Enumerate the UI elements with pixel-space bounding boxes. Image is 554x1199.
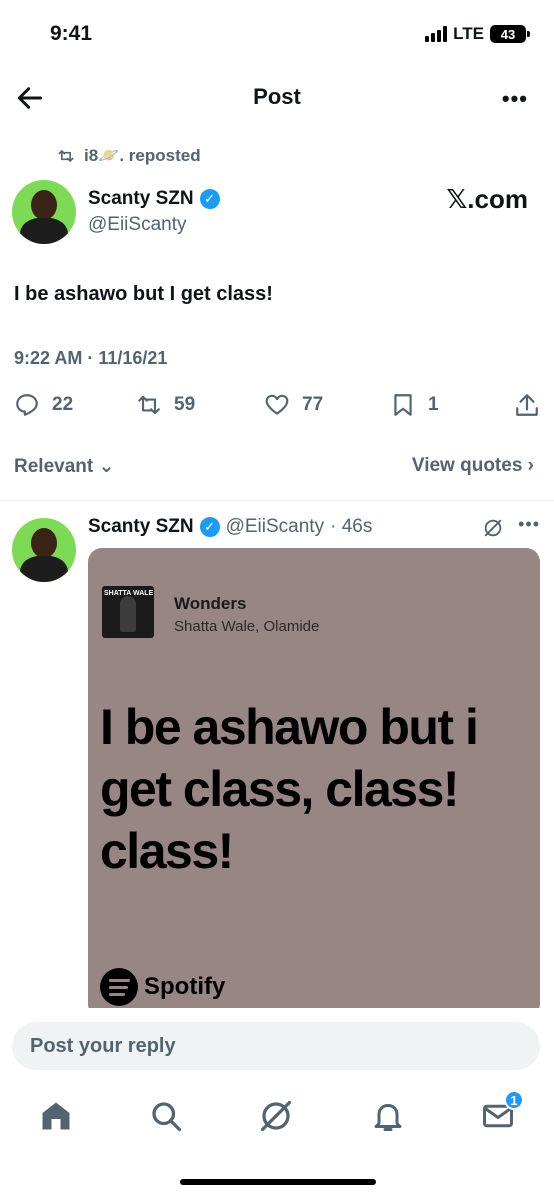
reply-header: Scanty SZN ✓ @EiiScanty · 46s [88,516,372,538]
repost-indicator[interactable]: i8🪐. reposted [56,146,201,166]
reply-composer: Post your reply [0,1008,554,1088]
search-icon[interactable] [148,1098,184,1134]
bottom-navigation: 1 [0,1088,554,1148]
post-text: I be ashawo but I get class! [14,283,273,305]
lyric-text: I be ashawo but i get class, class! clas… [100,699,479,879]
song-artists: Shatta Wale, Olamide [174,618,320,635]
repost-button[interactable]: 59 [136,392,195,418]
share-icon [516,394,538,416]
repost-count: 59 [174,394,196,415]
battery-icon: 43 [490,25,530,43]
repost-label: i8🪐. reposted [84,146,201,165]
messages-button[interactable]: 1 [480,1090,524,1134]
share-button[interactable] [514,392,540,418]
album-art: SHATTA WALE [102,586,154,638]
repost-icon [58,150,74,162]
spotify-brand: Spotify [100,968,225,1006]
post-actions: 22 59 77 1 [0,392,554,428]
post-timestamp: 9:22 AM · 11/16/21 [14,348,168,368]
author-name[interactable]: Scanty SZN ✓ [88,188,220,210]
more-options-icon[interactable]: ••• [502,86,528,112]
spotify-lyrics-card[interactable]: SHATTA WALE Wonders Shatta Wale, Olamide… [88,548,540,1018]
repost-icon [138,395,160,415]
home-indicator [180,1179,376,1185]
xcom-badge: 𝕏.com [446,184,528,214]
status-icons: LTE 43 [425,24,530,44]
network-label: LTE [453,24,484,43]
grok-icon[interactable] [258,1098,294,1134]
song-title: Wonders [174,594,247,613]
status-time: 9:41 [50,22,93,45]
reply-count: 22 [52,394,74,415]
chevron-down-icon: ⌄ [98,456,115,477]
view-quotes-link[interactable]: View quotes › [412,455,534,477]
home-icon[interactable] [38,1098,74,1134]
spotify-logo-icon [100,968,138,1006]
top-bar: Post ••• [0,72,554,124]
reply-author-name[interactable]: Scanty SZN [88,516,194,538]
reply-time: · 46s [330,516,373,537]
author-handle[interactable]: @EiiScanty [88,214,187,236]
verified-badge-icon: ✓ [199,517,220,537]
page-title: Post [253,84,301,109]
bookmark-icon [394,394,412,416]
reply-author-handle[interactable]: @EiiScanty [226,516,325,538]
like-button[interactable]: 77 [264,392,323,418]
heart-icon [265,394,289,415]
messages-badge: 1 [504,1090,524,1110]
sort-dropdown[interactable]: Relevant ⌄ [14,455,114,478]
author-avatar[interactable] [12,180,76,244]
reply-icon [16,394,38,416]
reply-author-avatar[interactable] [12,518,76,582]
bookmark-count: 1 [428,394,439,415]
divider [0,500,554,501]
reply-input[interactable]: Post your reply [12,1022,540,1070]
signal-icon [425,26,448,42]
status-bar: 9:41 LTE 43 [0,0,554,70]
reply-more-options-icon[interactable]: ••• [518,514,540,535]
grok-icon[interactable] [482,517,504,539]
reply-button[interactable]: 22 [14,392,73,418]
chevron-right-icon: › [527,455,534,476]
like-count: 77 [302,394,324,415]
bell-icon[interactable] [370,1098,406,1134]
verified-badge-icon: ✓ [199,189,220,209]
bookmark-button[interactable]: 1 [390,392,439,418]
